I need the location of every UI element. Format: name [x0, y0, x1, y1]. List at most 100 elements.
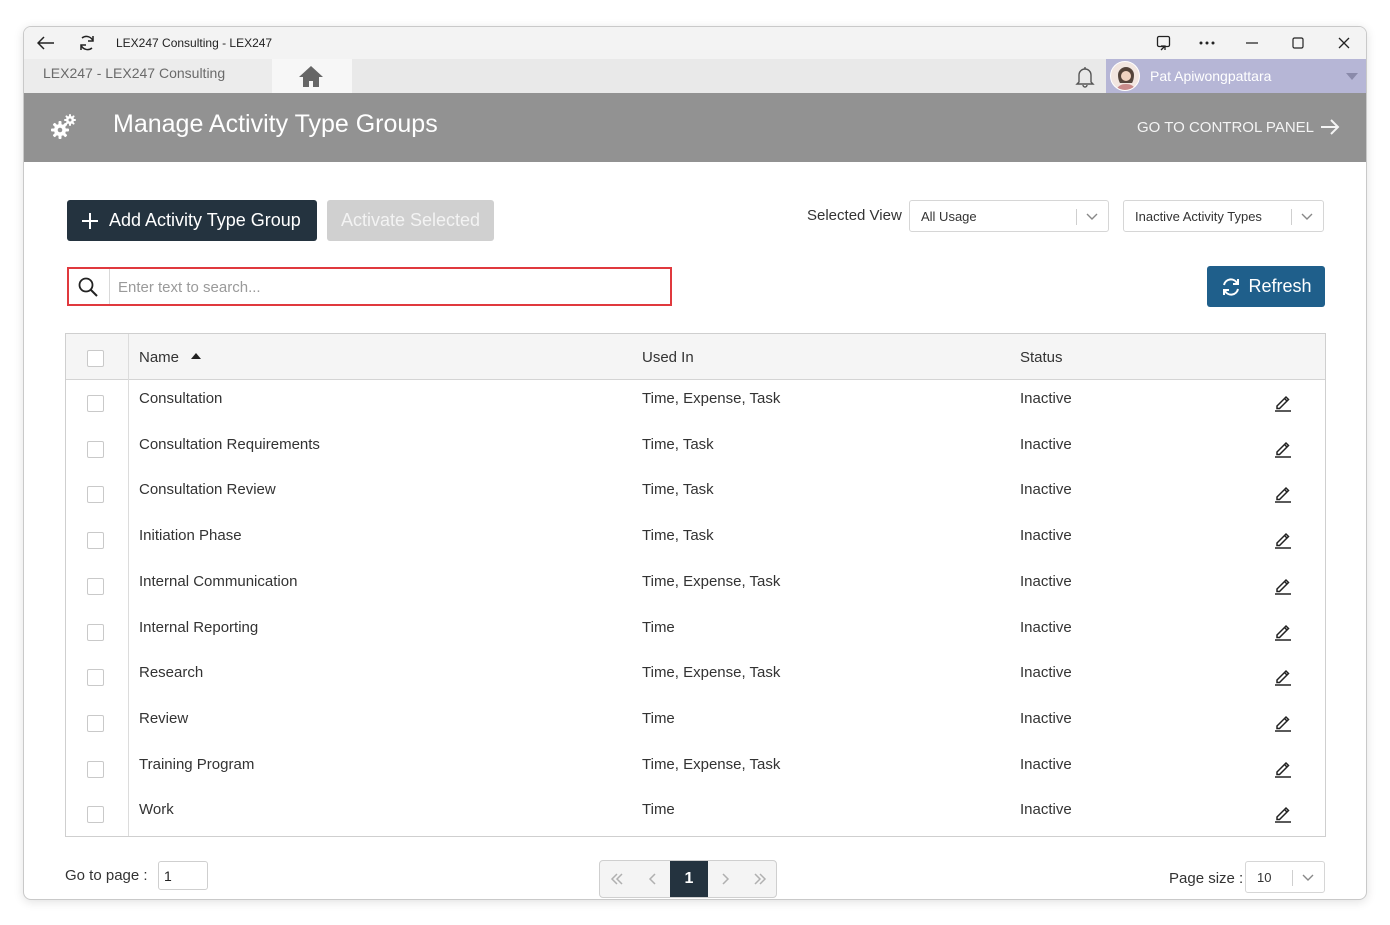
close-icon[interactable]: [1334, 33, 1354, 53]
cell-name: Training Program: [139, 755, 255, 773]
cell-status: Inactive: [1020, 755, 1072, 773]
cell-name: Review: [139, 709, 189, 727]
cell-used-in: Time, Task: [642, 481, 714, 499]
row-checkbox[interactable]: [87, 714, 104, 732]
cell-used-in: Time: [642, 801, 675, 819]
cell-status: Inactive: [1020, 527, 1072, 545]
page-title: Manage Activity Type Groups: [113, 110, 438, 138]
user-menu[interactable]: Pat Apiwongpattara: [1106, 59, 1366, 93]
table-row[interactable]: Consultation Requirements Time, Task Inact…: [66, 426, 1325, 472]
row-checkbox[interactable]: [87, 532, 104, 550]
row-checkbox[interactable]: [87, 760, 104, 778]
app-header: LEX247 - LEX247 Consulting Pat Apiwongpa…: [24, 59, 1366, 93]
cell-name: Initiation Phase: [139, 527, 242, 545]
gears-icon: [51, 114, 76, 139]
refresh-button[interactable]: Refresh: [1207, 266, 1325, 307]
user-name: Pat Apiwongpattara: [1150, 68, 1272, 84]
double-chevron-left-icon: [610, 873, 623, 885]
view-select[interactable]: All Usage: [909, 200, 1109, 232]
go-to-page-input[interactable]: [158, 861, 208, 890]
cell-status: Inactive: [1020, 618, 1072, 636]
table-row[interactable]: Internal Communication Time, Expense, Tas…: [66, 563, 1325, 609]
row-checkbox[interactable]: [87, 806, 104, 824]
more-options-icon[interactable]: [1197, 33, 1217, 53]
previous-page-button[interactable]: [635, 861, 669, 897]
last-page-button[interactable]: [743, 861, 777, 897]
row-checkbox[interactable]: [87, 440, 104, 458]
refresh-sync-icon[interactable]: [77, 33, 97, 53]
cell-name: Work: [139, 801, 174, 819]
chevron-down-icon: [1086, 213, 1098, 220]
row-checkbox[interactable]: [87, 486, 104, 504]
avatar: [1110, 61, 1140, 91]
edit-pencil-icon[interactable]: [1273, 529, 1293, 554]
chevron-down-icon: [1301, 213, 1313, 220]
table-row[interactable]: Research Time, Expense, Task Inactive: [66, 654, 1325, 700]
next-page-button[interactable]: [709, 861, 743, 897]
cell-status: Inactive: [1020, 801, 1072, 819]
edit-pencil-icon[interactable]: [1273, 712, 1293, 737]
edit-pencil-icon[interactable]: [1273, 758, 1293, 783]
cell-used-in: Time, Expense, Task: [642, 664, 781, 682]
add-button-label: Add Activity Type Group: [109, 210, 301, 230]
cell-status: Inactive: [1020, 572, 1072, 590]
edit-pencil-icon[interactable]: [1273, 621, 1293, 646]
chevron-right-icon: [722, 873, 730, 885]
cell-status: Inactive: [1020, 709, 1072, 727]
activity-type-groups-table: Name Used In Status Consultation Time, Ex…: [65, 333, 1326, 837]
search-icon: [78, 277, 98, 297]
title-bar: LEX247 Consulting - LEX247: [24, 27, 1366, 59]
company-tab[interactable]: LEX247 - LEX247 Consulting: [24, 59, 272, 93]
cell-name: Consultation Requirements: [139, 435, 320, 453]
cell-name: Consultation Review: [139, 481, 276, 499]
edit-pencil-icon[interactable]: [1273, 803, 1293, 828]
cell-used-in: Time, Task: [642, 435, 714, 453]
plus-icon: [82, 212, 98, 229]
cell-name: Internal Reporting: [139, 618, 259, 636]
activate-selected-button[interactable]: Activate Selected: [327, 200, 494, 241]
home-tab[interactable]: [272, 59, 352, 93]
double-chevron-right-icon: [754, 873, 767, 885]
column-header-status[interactable]: Status: [1020, 349, 1063, 366]
table-row[interactable]: Training Program Time, Expense, Task Inact…: [66, 746, 1325, 792]
row-checkbox[interactable]: [87, 623, 104, 641]
current-page-button[interactable]: 1: [670, 861, 708, 897]
column-header-name[interactable]: Name: [139, 349, 202, 366]
table-row[interactable]: Internal Reporting Time Inactive: [66, 609, 1325, 655]
column-header-used-in[interactable]: Used In: [642, 349, 694, 366]
search-box: [67, 267, 672, 306]
table-row[interactable]: Initiation Phase Time, Task Inactive: [66, 517, 1325, 563]
control-panel-label: GO TO CONTROL PANEL: [1137, 118, 1314, 136]
edit-pencil-icon[interactable]: [1273, 575, 1293, 600]
cell-name: Internal Communication: [139, 572, 298, 590]
table-row[interactable]: Consultation Review Time, Task Inactive: [66, 471, 1325, 517]
first-page-button[interactable]: [600, 861, 634, 897]
row-checkbox[interactable]: [87, 395, 104, 412]
cell-used-in: Time, Expense, Task: [642, 755, 781, 773]
refresh-icon: [1223, 277, 1240, 296]
edit-pencil-icon[interactable]: [1273, 438, 1293, 463]
back-arrow-icon[interactable]: [36, 33, 56, 53]
minimize-icon[interactable]: [1242, 33, 1262, 53]
table-row[interactable]: Review Time Inactive: [66, 700, 1325, 746]
add-activity-type-group-button[interactable]: Add Activity Type Group: [67, 200, 317, 241]
cast-icon[interactable]: [1154, 33, 1174, 53]
search-input[interactable]: [118, 277, 658, 297]
maximize-icon[interactable]: [1288, 33, 1308, 53]
status-filter-value: Inactive Activity Types: [1135, 209, 1262, 224]
row-checkbox[interactable]: [87, 577, 104, 595]
notification-bell-icon[interactable]: [1072, 63, 1098, 94]
edit-pencil-icon[interactable]: [1273, 666, 1293, 691]
table-row[interactable]: Consultation Time, Expense, Task Inactive: [66, 380, 1325, 426]
status-filter-select[interactable]: Inactive Activity Types: [1123, 200, 1324, 232]
company-name: LEX247 - LEX247 Consulting: [43, 65, 226, 81]
row-checkbox[interactable]: [87, 669, 104, 687]
cell-name: Consultation: [139, 390, 223, 407]
edit-pencil-icon[interactable]: [1273, 483, 1293, 508]
page-size-select[interactable]: 10: [1245, 861, 1325, 893]
table-row[interactable]: Work Time Inactive: [66, 791, 1325, 837]
edit-pencil-icon[interactable]: [1273, 392, 1293, 417]
control-panel-link[interactable]: GO TO CONTROL PANEL: [1137, 118, 1340, 136]
cell-status: Inactive: [1020, 481, 1072, 499]
go-to-page-label: Go to page :: [65, 867, 148, 884]
